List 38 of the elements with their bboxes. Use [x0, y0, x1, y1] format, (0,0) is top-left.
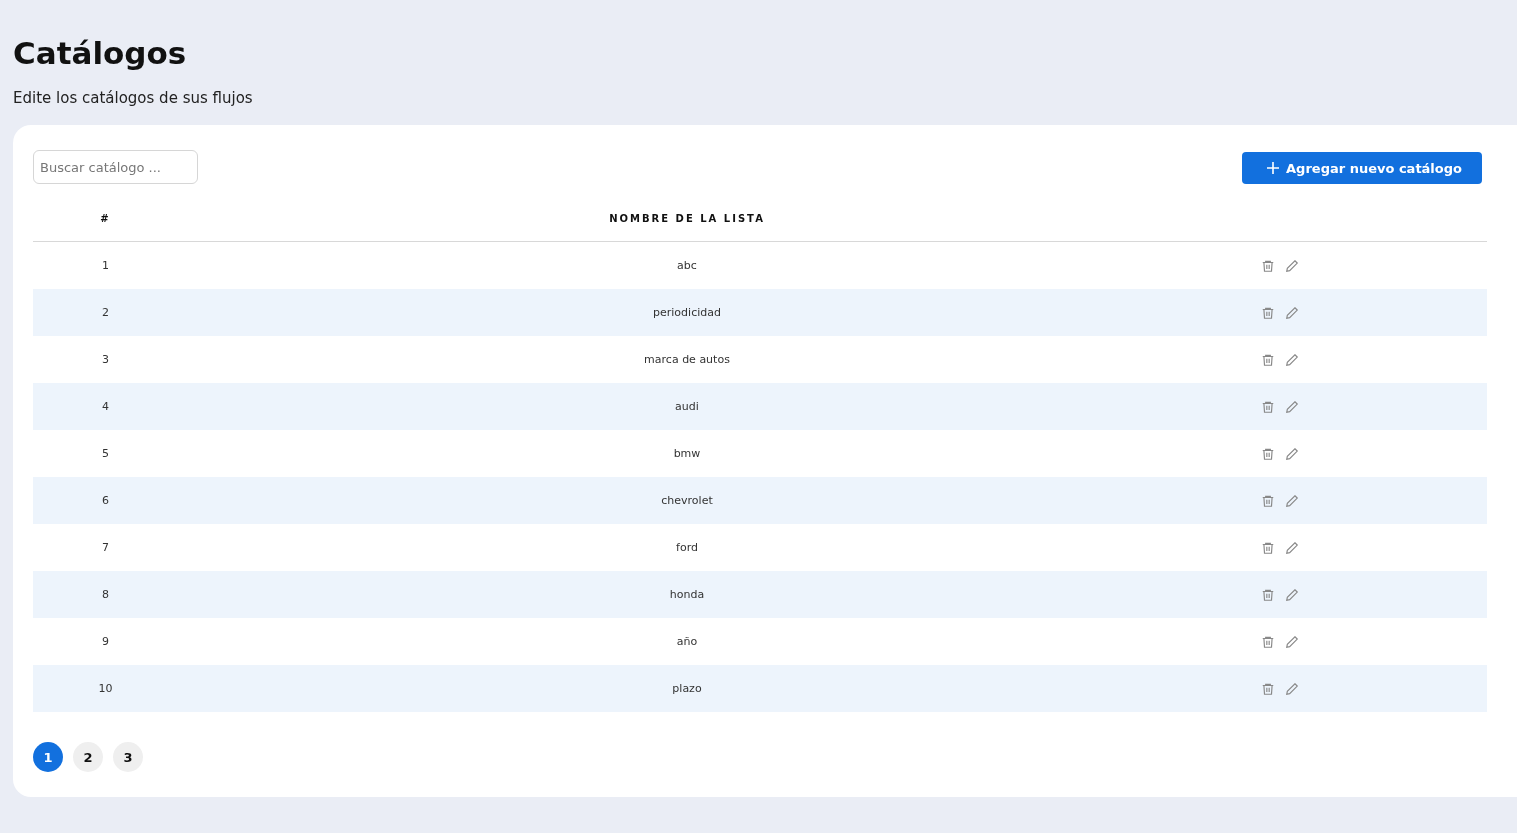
trash-icon[interactable] — [1261, 446, 1275, 461]
pencil-icon[interactable] — [1285, 493, 1299, 508]
pencil-icon[interactable] — [1285, 305, 1299, 320]
pencil-icon[interactable] — [1285, 681, 1299, 696]
trash-icon[interactable] — [1261, 352, 1275, 367]
pencil-icon[interactable] — [1285, 352, 1299, 367]
table-cell: 10 — [33, 665, 178, 712]
page-subtitle: Edite los catálogos de sus flujos — [13, 88, 254, 108]
trash-icon[interactable] — [1261, 540, 1275, 555]
table-cell: audi — [178, 383, 1196, 430]
table-cell: periodicidad — [178, 289, 1196, 336]
page-button[interactable]: 1 — [33, 742, 63, 772]
table-cell: plazo — [178, 665, 1196, 712]
pencil-icon[interactable] — [1285, 258, 1299, 273]
table-cell: 4 — [33, 383, 178, 430]
plus-icon — [1266, 161, 1281, 175]
page-button[interactable]: 3 — [113, 742, 143, 772]
page-button[interactable]: 2 — [73, 742, 103, 772]
table-cell: 6 — [33, 477, 178, 524]
trash-icon[interactable] — [1261, 258, 1275, 273]
pencil-icon[interactable] — [1285, 634, 1299, 649]
trash-icon[interactable] — [1261, 305, 1275, 320]
pencil-icon[interactable] — [1285, 587, 1299, 602]
table-cell: chevrolet — [178, 477, 1196, 524]
pencil-icon[interactable] — [1285, 540, 1299, 555]
pencil-icon[interactable] — [1285, 446, 1299, 461]
table-cell: honda — [178, 571, 1196, 618]
trash-icon[interactable] — [1261, 634, 1275, 649]
pencil-icon[interactable] — [1285, 399, 1299, 414]
trash-icon[interactable] — [1261, 493, 1275, 508]
table-cell: 8 — [33, 571, 178, 618]
trash-icon[interactable] — [1261, 681, 1275, 696]
trash-icon[interactable] — [1261, 399, 1275, 414]
trash-icon[interactable] — [1261, 587, 1275, 602]
add-catalog-button[interactable]: Agregar nuevo catálogo — [1242, 152, 1482, 184]
page-title: Catálogos — [13, 34, 188, 73]
table-cell: 2 — [33, 289, 178, 336]
search-field[interactable]: Buscar catálogo ... — [33, 150, 198, 184]
